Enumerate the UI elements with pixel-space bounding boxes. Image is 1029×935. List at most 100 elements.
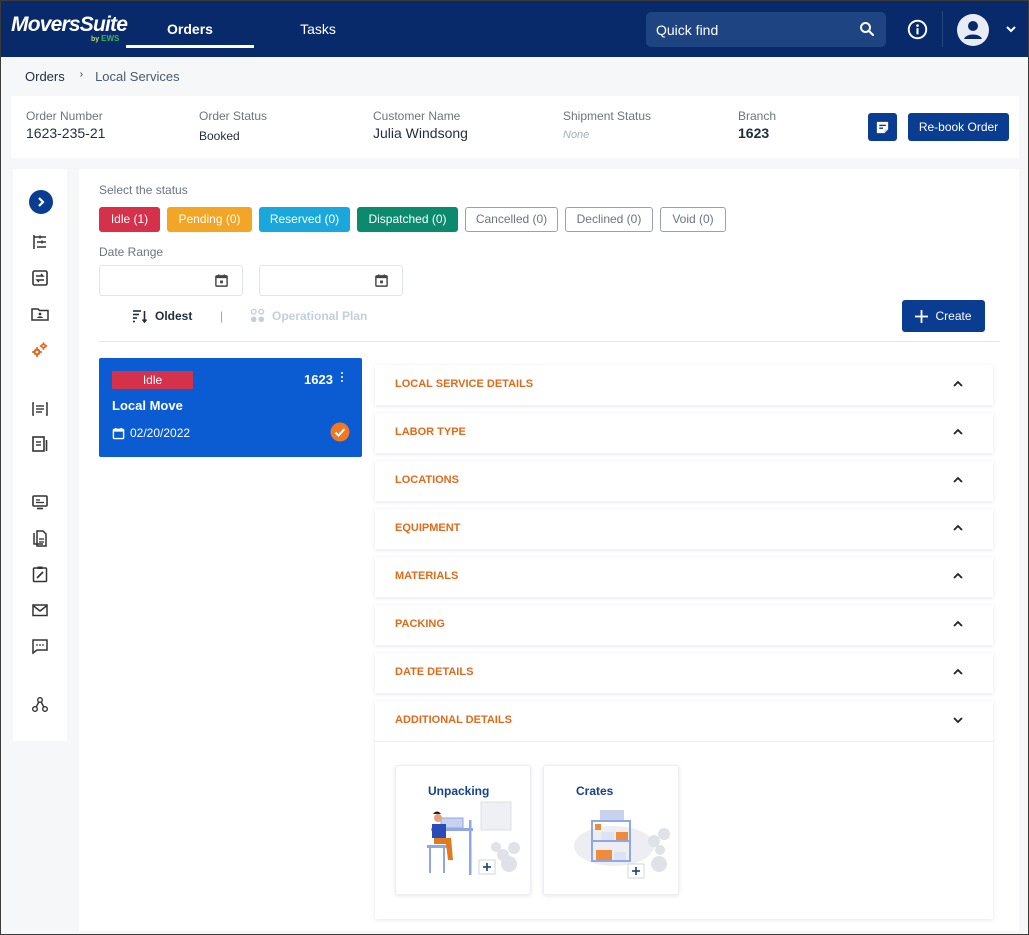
logo-byline: by EWS xyxy=(91,34,120,43)
section-title: LOCAL SERVICE DETAILS xyxy=(395,378,534,390)
toolbar-divider: | xyxy=(220,309,224,323)
section-title: MATERIALS xyxy=(395,570,459,582)
service-status-badge: Idle xyxy=(112,371,193,389)
date-to-input[interactable] xyxy=(259,265,403,296)
branch-value: 1623 xyxy=(738,125,770,141)
status-chip-pending[interactable]: Pending (0) xyxy=(167,207,252,232)
section-title[interactable]: ADDITIONAL DETAILS xyxy=(395,714,512,726)
quick-find xyxy=(646,12,886,47)
section-title: PACKING xyxy=(395,618,445,630)
expand-icon xyxy=(38,197,45,207)
section-title: LOCATIONS xyxy=(395,474,459,486)
section-equipment[interactable]: EQUIPMENT xyxy=(375,509,993,549)
chevron-up-icon[interactable] xyxy=(953,572,963,580)
chevron-up-icon[interactable] xyxy=(953,428,963,436)
chevron-up-icon[interactable] xyxy=(953,620,963,628)
chevron-up-icon[interactable] xyxy=(953,668,963,676)
section-local-service-details[interactable]: LOCAL SERVICE DETAILS xyxy=(375,365,993,405)
calendar-icon[interactable] xyxy=(214,273,229,288)
search-icon[interactable] xyxy=(858,20,876,38)
date-from-input[interactable] xyxy=(99,265,243,296)
transfer-document-icon[interactable] xyxy=(30,268,50,288)
field-label: Order Number xyxy=(26,109,103,123)
field-label: Customer Name xyxy=(373,109,461,123)
order-status-value: Booked xyxy=(199,129,240,143)
status-chip-idle[interactable]: Idle (1) xyxy=(99,207,160,232)
tile-crates[interactable]: Crates xyxy=(543,765,679,895)
shipment-status-field: Shipment Status None xyxy=(563,109,651,141)
tile-title: Unpacking xyxy=(428,784,490,798)
order-number-value: 1623-235-21 xyxy=(26,125,106,141)
clipboard-edit-icon[interactable] xyxy=(30,564,50,584)
plus-icon xyxy=(915,309,929,323)
chevron-down-icon[interactable] xyxy=(1005,24,1017,34)
monitor-icon[interactable] xyxy=(30,492,50,512)
service-date: 02/20/2022 xyxy=(112,426,190,440)
info-icon[interactable] xyxy=(907,19,928,40)
create-button[interactable]: Create xyxy=(902,300,985,332)
quick-find-input[interactable] xyxy=(646,12,846,47)
check-circle-icon xyxy=(330,422,350,442)
nav-tab-orders[interactable]: Orders xyxy=(126,1,254,57)
contact-folder-icon[interactable] xyxy=(30,304,50,324)
document-icon[interactable] xyxy=(30,434,50,454)
status-chip-cancelled[interactable]: Cancelled (0) xyxy=(465,207,558,232)
header-divider xyxy=(942,11,943,47)
order-summary: Order Number 1623-235-21 Order Status Bo… xyxy=(11,96,1019,158)
chevron-down-icon[interactable] xyxy=(953,716,963,724)
sort-oldest-button[interactable]: Oldest xyxy=(132,308,192,324)
operational-plan-button[interactable]: Operational Plan xyxy=(250,308,367,323)
notes-button[interactable] xyxy=(868,113,897,141)
breadcrumb-orders[interactable]: Orders xyxy=(25,69,65,84)
tile-unpacking[interactable]: Unpacking xyxy=(395,765,531,895)
bracket-list-icon[interactable] xyxy=(30,399,50,419)
date-range-label: Date Range xyxy=(99,245,164,259)
section-date-details[interactable]: DATE DETAILS xyxy=(375,653,993,693)
chevron-up-icon[interactable] xyxy=(953,476,963,484)
order-status-field: Order Status Booked xyxy=(199,109,267,143)
service-date-value: 02/20/2022 xyxy=(130,426,191,440)
sidebar-expand-button[interactable] xyxy=(29,190,53,214)
copy-file-icon[interactable] xyxy=(30,528,50,548)
section-packing[interactable]: PACKING xyxy=(375,605,993,645)
breadcrumb-separator: › xyxy=(79,69,84,80)
calendar-icon[interactable] xyxy=(374,273,389,288)
nav-tab-tasks[interactable]: Tasks xyxy=(286,1,350,57)
section-materials[interactable]: MATERIALS xyxy=(375,557,993,597)
chat-icon[interactable] xyxy=(30,636,50,656)
breadcrumb-current: Local Services xyxy=(95,69,180,84)
note-icon xyxy=(876,121,889,134)
chevron-up-icon[interactable] xyxy=(953,524,963,532)
grid-icon xyxy=(250,308,265,323)
field-label: Order Status xyxy=(199,109,268,123)
status-chip-dispatched[interactable]: Dispatched (0) xyxy=(357,207,458,232)
section-additional-details: ADDITIONAL DETAILS Unpacking Crates xyxy=(375,701,993,919)
calendar-icon xyxy=(112,427,125,439)
network-icon[interactable] xyxy=(30,695,50,715)
status-chip-declined[interactable]: Declined (0) xyxy=(565,207,653,232)
unpacking-illustration-icon xyxy=(427,801,520,875)
operational-plan-label: Operational Plan xyxy=(272,308,368,323)
avatar-icon[interactable] xyxy=(957,14,989,46)
section-title: EQUIPMENT xyxy=(395,522,461,534)
app-logo[interactable]: MoversSuite by EWS xyxy=(11,13,128,43)
sort-icon xyxy=(133,310,148,324)
mail-icon[interactable] xyxy=(30,600,50,620)
status-chip-void[interactable]: Void (0) xyxy=(660,207,726,232)
services-gears-icon[interactable] xyxy=(30,340,50,360)
chevron-up-icon[interactable] xyxy=(953,380,963,388)
branch-field: Branch 1623 xyxy=(738,109,776,141)
status-filter-label: Select the status xyxy=(99,183,188,197)
status-chip-reserved[interactable]: Reserved (0) xyxy=(259,207,350,232)
rebook-order-button[interactable]: Re-book Order xyxy=(908,113,1009,141)
field-label: Branch xyxy=(738,109,777,123)
more-vertical-icon[interactable] xyxy=(339,371,345,385)
logo-text: MoversSuite xyxy=(11,13,128,36)
top-bar: MoversSuite by EWS Orders Tasks xyxy=(1,1,1028,57)
section-labor-type[interactable]: LABOR TYPE xyxy=(375,413,993,453)
section-locations[interactable]: LOCATIONS xyxy=(375,461,993,501)
toolbar-divider-line xyxy=(99,341,1000,342)
service-card-local-move[interactable]: Idle 1623 Local Move 02/20/2022 xyxy=(99,358,362,457)
filters-icon[interactable] xyxy=(30,232,50,252)
main-panel: Select the status Idle (1) Pending (0) R… xyxy=(79,169,1019,931)
